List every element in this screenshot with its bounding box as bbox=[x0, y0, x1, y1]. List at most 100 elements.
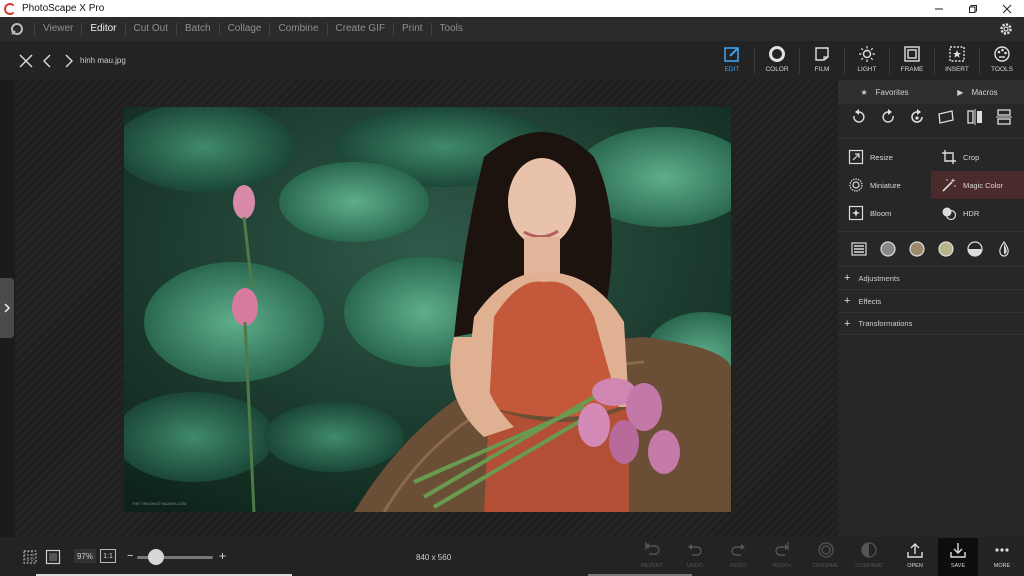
restore-icon bbox=[969, 4, 977, 13]
revert-button[interactable]: REVERT bbox=[632, 538, 672, 576]
settings-button[interactable] bbox=[998, 21, 1014, 42]
editor-header: hinh mau.jpg EDIT COLOR FILM LIGHT FRAME… bbox=[0, 41, 1024, 80]
preset-1-button[interactable] bbox=[879, 240, 897, 263]
close-button[interactable] bbox=[990, 0, 1024, 17]
magic-wand-icon bbox=[942, 178, 956, 192]
panel-divider bbox=[838, 231, 1024, 232]
menu-print[interactable]: Print bbox=[394, 17, 431, 41]
flip-vertical-button[interactable] bbox=[995, 108, 1013, 131]
close-image-button[interactable] bbox=[18, 53, 34, 69]
zoom-out-button[interactable]: − bbox=[127, 550, 133, 562]
zoom-slider-handle[interactable] bbox=[148, 549, 164, 565]
rotate-free-icon bbox=[910, 108, 923, 123]
tools-icon bbox=[994, 46, 1010, 62]
tab-edit[interactable]: EDIT bbox=[710, 41, 754, 80]
open-button[interactable]: OPEN bbox=[895, 538, 935, 576]
contrast-button[interactable] bbox=[966, 240, 984, 263]
redo-icon bbox=[731, 544, 745, 556]
menu-create-gif[interactable]: Create GIF bbox=[328, 17, 393, 41]
previous-image-button[interactable] bbox=[40, 53, 56, 69]
fit-screen-icon bbox=[45, 549, 61, 565]
transformations-section[interactable]: + Transformations bbox=[838, 312, 1024, 335]
menu-combine[interactable]: Combine bbox=[270, 17, 326, 41]
tab-film[interactable]: FILM bbox=[800, 41, 844, 80]
tab-edit-label: EDIT bbox=[724, 66, 740, 73]
crop-label: Crop bbox=[963, 152, 980, 162]
flip-horizontal-button[interactable] bbox=[966, 108, 984, 131]
tab-light[interactable]: LIGHT bbox=[845, 41, 889, 80]
save-button[interactable]: SAVE bbox=[938, 538, 978, 576]
preset-2-button[interactable] bbox=[908, 240, 926, 263]
next-image-button[interactable] bbox=[60, 53, 76, 69]
zoom-level[interactable]: 97% bbox=[74, 549, 96, 563]
original-label: ORIGINAL bbox=[812, 563, 840, 569]
restore-button[interactable] bbox=[956, 0, 990, 17]
tool-tabs: EDIT COLOR FILM LIGHT FRAME INSERT TOOLS bbox=[710, 41, 1024, 80]
resize-button[interactable]: Resize bbox=[838, 143, 931, 171]
redo-all-button[interactable]: REDO+ bbox=[762, 538, 802, 576]
redo-button[interactable]: REDO bbox=[718, 538, 758, 576]
app-logo-icon bbox=[4, 2, 16, 15]
toggle-sidebar-button[interactable] bbox=[0, 278, 14, 338]
bloom-button[interactable]: Bloom bbox=[838, 199, 931, 227]
preset-circle-icon bbox=[879, 240, 896, 257]
magic-color-button[interactable]: Magic Color bbox=[931, 171, 1024, 199]
sharpen-button[interactable] bbox=[995, 240, 1013, 263]
file-name: hinh mau.jpg bbox=[80, 56, 126, 65]
film-icon bbox=[815, 47, 829, 61]
tab-frame[interactable]: FRAME bbox=[890, 41, 934, 80]
menu-logo[interactable] bbox=[0, 17, 34, 41]
original-button[interactable]: ORIGINAL bbox=[806, 538, 846, 576]
menu-editor[interactable]: Editor bbox=[82, 17, 124, 41]
plus-icon: + bbox=[844, 295, 851, 307]
straighten-button[interactable] bbox=[937, 108, 955, 131]
tab-tools[interactable]: TOOLS bbox=[980, 41, 1024, 80]
adjustments-section[interactable]: + Adjustments bbox=[838, 266, 1024, 289]
grid-toggle-button[interactable] bbox=[22, 549, 38, 570]
save-label: SAVE bbox=[950, 563, 966, 569]
frame-icon bbox=[904, 46, 920, 62]
revert-icon bbox=[645, 542, 660, 555]
tab-insert[interactable]: INSERT bbox=[935, 41, 979, 80]
menu-viewer[interactable]: Viewer bbox=[35, 17, 81, 41]
tab-color[interactable]: COLOR bbox=[755, 41, 799, 80]
miniature-button[interactable]: Miniature bbox=[838, 171, 931, 199]
bloom-label: Bloom bbox=[870, 208, 892, 218]
bloom-icon bbox=[848, 205, 864, 221]
crop-button[interactable]: Crop bbox=[931, 143, 1024, 171]
menu-collage[interactable]: Collage bbox=[220, 17, 270, 41]
actual-size-button[interactable]: 1:1 bbox=[100, 549, 116, 563]
rotate-right-icon bbox=[881, 108, 894, 123]
preset-3-button[interactable] bbox=[937, 240, 955, 263]
tab-macros-label: Macros bbox=[971, 87, 998, 97]
more-button[interactable]: MORE bbox=[982, 538, 1022, 576]
tab-favorites[interactable]: ★ Favorites bbox=[838, 80, 931, 104]
rotate-left-button[interactable] bbox=[850, 108, 868, 131]
photo-watermark: THE TRUONGTHAIANH.COM bbox=[132, 501, 187, 506]
undo-icon bbox=[688, 544, 702, 556]
levels-button[interactable] bbox=[850, 240, 868, 263]
tab-frame-label: FRAME bbox=[900, 66, 924, 73]
compare-button[interactable]: COMPARE bbox=[849, 538, 889, 576]
hdr-label: HDR bbox=[963, 208, 980, 218]
redo-all-label: REDO+ bbox=[772, 563, 792, 569]
rotate-right-button[interactable] bbox=[879, 108, 897, 131]
effects-section[interactable]: + Effects bbox=[838, 289, 1024, 312]
edit-icon bbox=[724, 47, 739, 62]
edited-photo[interactable]: THE TRUONGTHAIANH.COM bbox=[124, 107, 731, 512]
menu-batch[interactable]: Batch bbox=[177, 17, 219, 41]
menu-bar: Viewer Editor Cut Out Batch Collage Comb… bbox=[0, 17, 1024, 41]
minimize-button[interactable] bbox=[922, 0, 956, 17]
transformations-label: Transformations bbox=[858, 319, 913, 328]
menu-tools[interactable]: Tools bbox=[432, 17, 471, 41]
adjustments-label: Adjustments bbox=[858, 273, 900, 283]
undo-button[interactable]: UNDO bbox=[675, 538, 715, 576]
menu-cut-out[interactable]: Cut Out bbox=[126, 17, 176, 41]
rotate-free-button[interactable] bbox=[908, 108, 926, 131]
app-window: PhotoScape X Pro Viewer Editor Cut Out B… bbox=[0, 0, 1024, 576]
fit-screen-button[interactable] bbox=[45, 549, 61, 570]
hdr-button[interactable]: HDR bbox=[931, 199, 1024, 227]
tab-macros[interactable]: ▶ Macros bbox=[931, 80, 1024, 104]
redo-label: REDO bbox=[730, 563, 746, 569]
zoom-in-button[interactable]: + bbox=[219, 549, 226, 563]
